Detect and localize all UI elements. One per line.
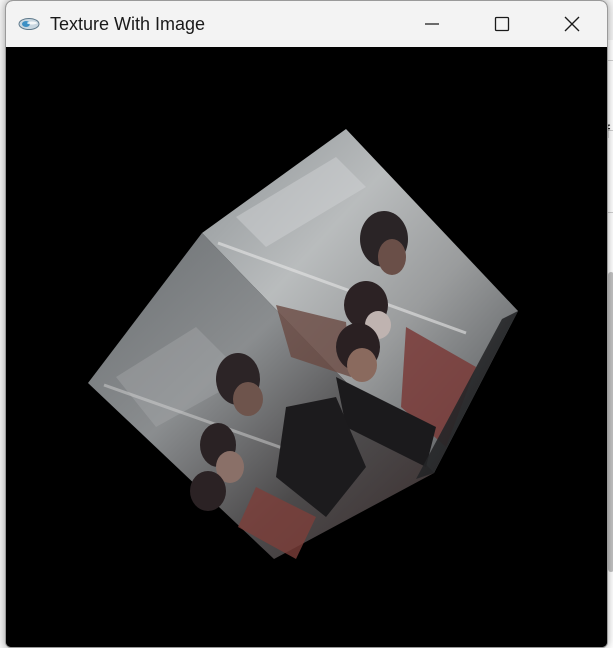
minimize-icon — [425, 23, 439, 25]
close-button[interactable] — [537, 1, 607, 47]
background-scrollbar[interactable] — [608, 272, 613, 572]
render-viewport[interactable] — [6, 47, 607, 647]
window-title: Texture With Image — [50, 13, 206, 34]
app-window: Texture With Image — [5, 0, 608, 648]
maximize-icon — [494, 16, 510, 32]
minimize-button[interactable] — [397, 1, 467, 47]
close-icon — [564, 16, 580, 32]
textured-cube — [88, 129, 518, 559]
title-bar[interactable]: Texture With Image — [6, 1, 607, 47]
maximize-button[interactable] — [467, 1, 537, 47]
app-icon — [18, 18, 40, 30]
